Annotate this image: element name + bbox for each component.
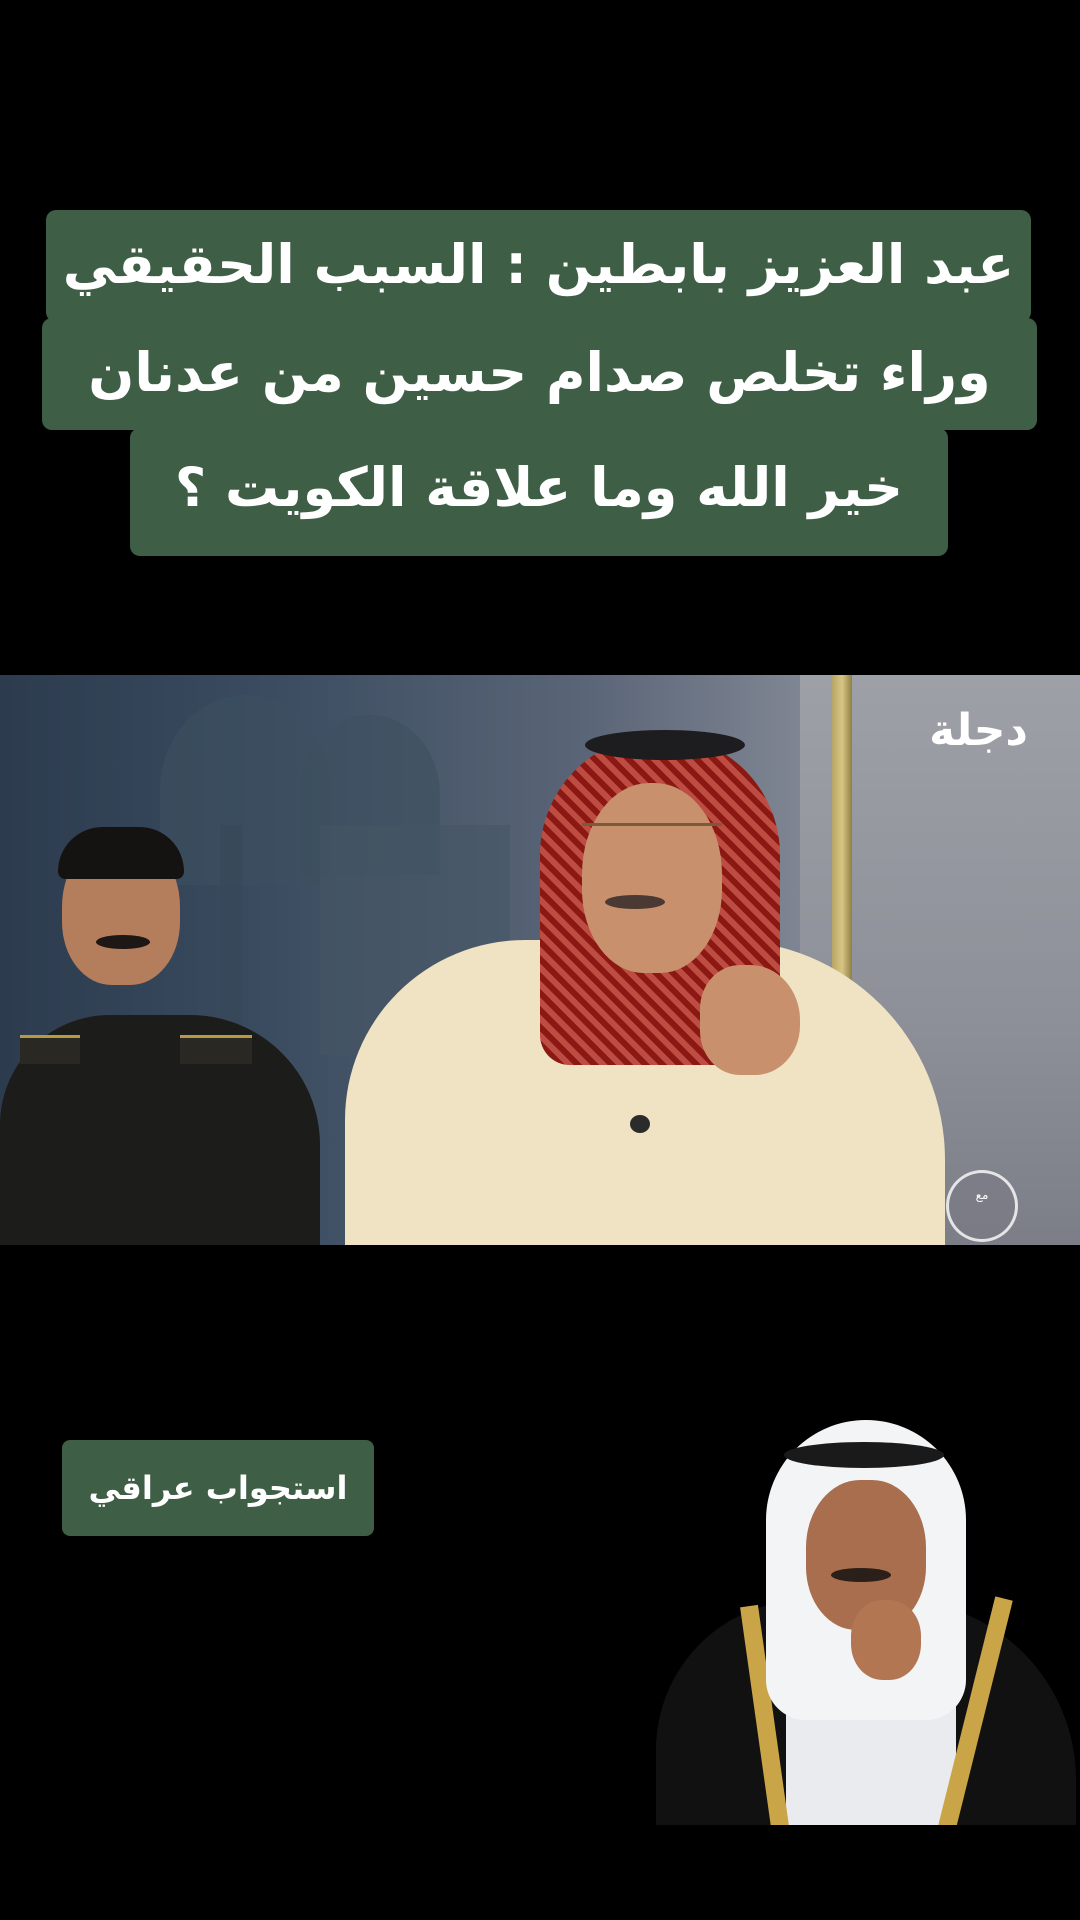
channel-logo: دجلة <box>929 705 1028 756</box>
caption-label: استجواب عراقي <box>62 1440 374 1536</box>
sheikh-agal <box>784 1442 944 1468</box>
speaker-mustache <box>605 895 665 909</box>
officer-hair <box>58 827 184 879</box>
speaker-glasses <box>582 823 722 848</box>
sheikh-mustache <box>831 1568 891 1582</box>
officer-mustache <box>96 935 150 949</box>
video-frame[interactable]: دجلة مع <box>0 675 1080 1245</box>
sheikh-hand <box>851 1600 921 1680</box>
video-post-screen: عبد العزيز بابطين : السبب الحقيقي وراء ت… <box>0 0 1080 1920</box>
headline-line-3: خير الله وما علاقة الكويت ؟ <box>130 428 948 556</box>
inset-portrait-sheikh <box>656 1420 1076 1825</box>
headline-block: عبد العزيز بابطين : السبب الحقيقي وراء ت… <box>0 0 1080 620</box>
officer-epaulet <box>20 1035 80 1064</box>
inset-portrait-officer <box>0 827 320 1245</box>
headline-line-2: وراء تخلص صدام حسين من عدنان <box>42 318 1037 430</box>
speaker-microphone-icon <box>630 1115 650 1133</box>
program-badge-icon: مع <box>946 1170 1018 1242</box>
speaker-hand <box>700 965 800 1075</box>
headline-line-1: عبد العزيز بابطين : السبب الحقيقي <box>46 210 1031 322</box>
officer-epaulet <box>180 1035 252 1064</box>
speaker-agal <box>585 730 745 760</box>
speaker-face <box>582 783 722 973</box>
